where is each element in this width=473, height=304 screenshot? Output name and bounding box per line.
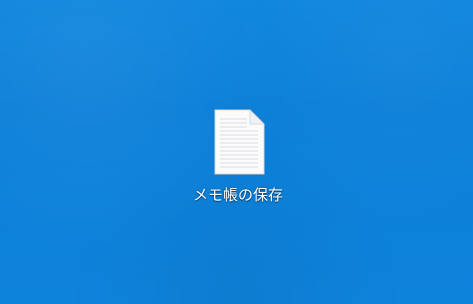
text-document-icon	[213, 109, 265, 175]
desktop: メモ帳の保存	[0, 0, 473, 304]
desktop-file-icon[interactable]: メモ帳の保存	[178, 104, 298, 214]
icon-label: メモ帳の保存	[192, 186, 283, 204]
